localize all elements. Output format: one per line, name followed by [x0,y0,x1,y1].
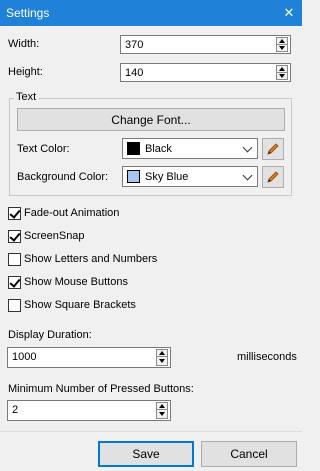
spin-down-icon[interactable] [157,411,167,417]
bg-color-value: Sky Blue [145,171,189,183]
min-buttons-input[interactable]: 2 [7,400,171,421]
duration-spinner[interactable] [156,349,168,366]
save-button[interactable]: Save [98,441,194,467]
cancel-button[interactable]: Cancel [201,441,297,467]
text-color-select[interactable]: Black [122,138,258,159]
show-mouse-buttons-label[interactable]: Show Mouse Buttons [24,276,128,288]
pencil-icon [267,143,279,155]
fade-out-checkbox[interactable] [8,207,21,220]
height-input[interactable]: 140 [120,63,291,82]
height-spinner[interactable] [276,65,288,80]
spin-up-icon[interactable] [157,403,167,410]
show-mouse-buttons-checkbox[interactable] [8,276,21,289]
height-label: Height: [8,66,43,78]
bg-color-swatch [127,170,140,183]
title-bar: Settings ✕ [0,0,302,26]
text-color-swatch [127,142,140,155]
duration-unit: milliseconds [237,351,297,363]
chevron-down-icon [242,170,253,181]
close-icon: ✕ [283,5,295,20]
close-button[interactable]: ✕ [276,0,302,26]
change-font-button[interactable]: Change Font... [17,108,285,131]
spin-up-icon[interactable] [157,350,167,357]
change-font-label: Change Font... [111,112,191,127]
display-duration-value: 1000 [12,351,37,363]
width-spinner[interactable] [276,37,288,52]
save-label: Save [132,447,160,461]
width-label: Width: [8,38,40,50]
spin-down-icon[interactable] [277,45,287,51]
spin-up-icon[interactable] [277,38,287,45]
show-square-brackets-checkbox[interactable] [8,299,21,312]
screensnap-checkbox[interactable] [8,230,21,243]
text-color-pick-button[interactable] [262,138,284,160]
width-value: 370 [125,39,144,51]
bg-color-select[interactable]: Sky Blue [122,166,258,187]
display-duration-label: Display Duration: [8,329,92,341]
display-duration-input[interactable]: 1000 [7,347,171,368]
spin-down-icon[interactable] [157,358,167,364]
show-square-brackets-label[interactable]: Show Square Brackets [24,299,136,311]
show-letters-checkbox[interactable] [8,253,21,266]
spin-down-icon[interactable] [277,73,287,79]
screensnap-label[interactable]: ScreenSnap [24,230,85,242]
show-letters-label[interactable]: Show Letters and Numbers [24,253,157,265]
min-buttons-spinner[interactable] [156,402,168,419]
text-group-label: Text [14,91,39,103]
min-buttons-value: 2 [12,404,19,416]
bg-color-pick-button[interactable] [262,166,284,188]
width-input[interactable]: 370 [120,35,291,54]
spin-up-icon[interactable] [277,66,287,73]
bg-color-label: Background Color: [17,171,109,183]
pencil-icon [267,171,279,183]
text-color-value: Black [145,143,172,155]
window-title: Settings [6,6,50,20]
text-color-label: Text Color: [17,143,70,155]
cancel-label: Cancel [230,447,268,461]
min-buttons-label: Minimum Number of Pressed Buttons: [8,383,194,395]
fade-out-label[interactable]: Fade-out Animation [24,207,119,219]
height-value: 140 [125,67,144,79]
chevron-down-icon [242,142,253,153]
